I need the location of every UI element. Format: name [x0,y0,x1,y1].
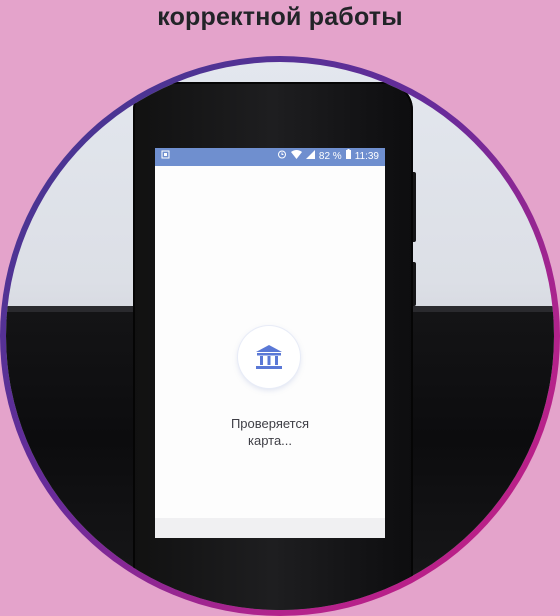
phone-photo: 82 % 11:39 Проверяется карта... [6,62,554,610]
card-check-message: Проверяется карта... [155,415,385,449]
alarm-icon [277,148,287,166]
phone-screen: 82 % 11:39 Проверяется карта... [155,148,385,538]
status-bar: 82 % 11:39 [155,148,385,166]
signal-icon [305,148,315,166]
battery-percent: 82 % [318,151,342,162]
bank-icon [238,326,300,388]
wifi-icon [290,148,302,166]
headline-title: корректной работы [157,3,403,31]
status-time: 11:39 [354,151,379,162]
status-icons: 82 % 11:39 [277,148,379,166]
navigation-bar [155,518,385,538]
message-line-1: Проверяется [230,416,310,431]
notification-icon [161,148,170,166]
message-line-2: карта... [247,433,293,448]
smartphone: 82 % 11:39 Проверяется карта... [133,82,413,610]
battery-icon [345,148,351,166]
